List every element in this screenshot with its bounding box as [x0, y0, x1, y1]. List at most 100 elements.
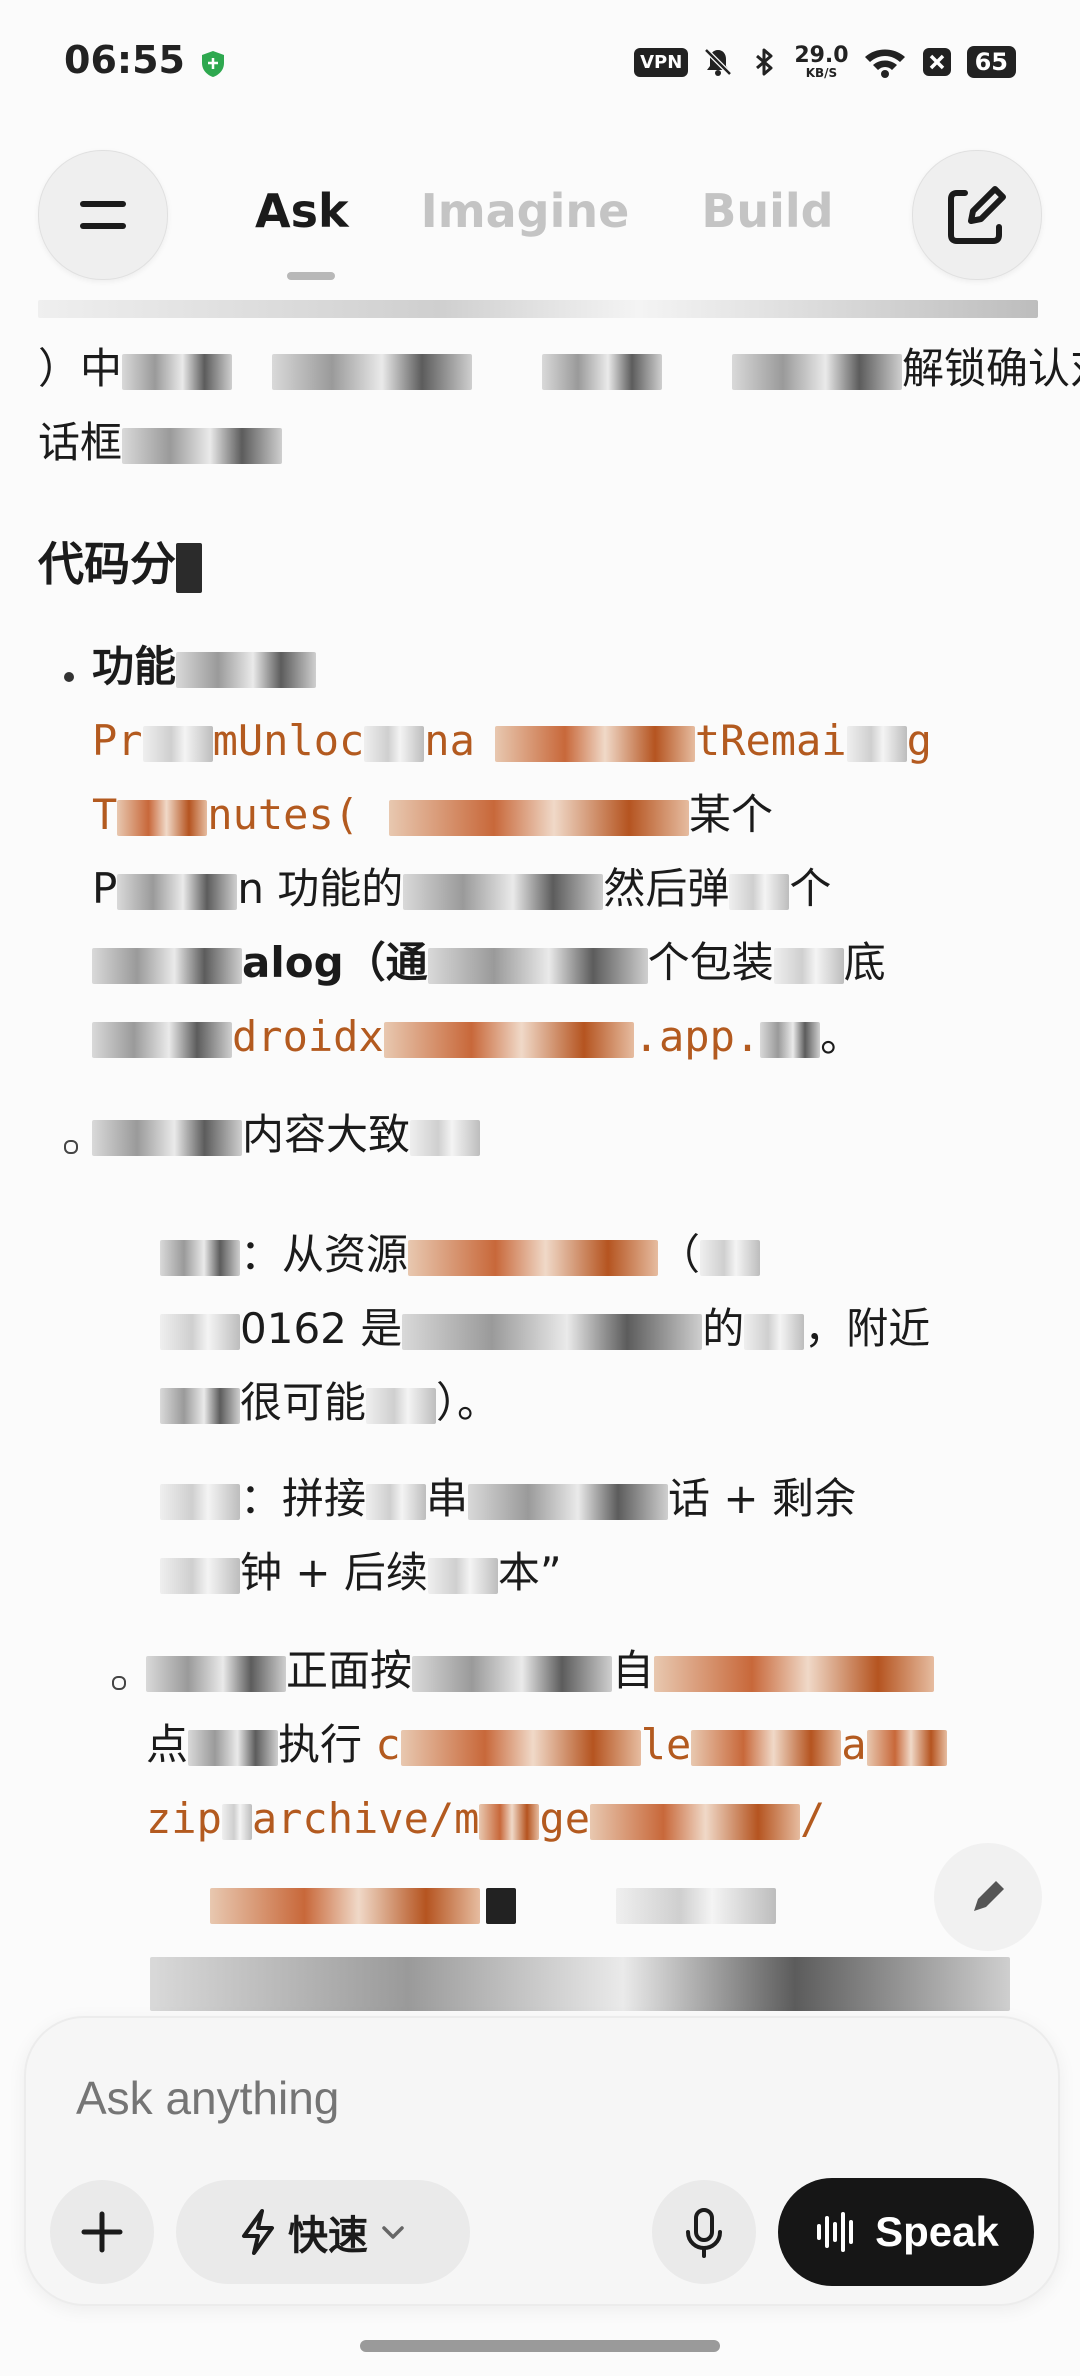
close-box-icon	[922, 48, 951, 76]
obscured-text	[486, 1887, 516, 1924]
list-item: 正面按自	[146, 1634, 935, 1708]
list-item: 内容大致	[92, 1098, 481, 1172]
obscured-text	[364, 725, 425, 762]
obscured-text	[616, 1887, 776, 1924]
pencil-icon	[974, 1881, 1004, 1911]
attach-button[interactable]	[50, 2180, 154, 2284]
obscured-text	[494, 725, 695, 762]
microphone-button[interactable]	[652, 2180, 756, 2284]
obscured-text	[160, 1313, 240, 1350]
microphone-icon	[686, 2208, 722, 2258]
obscured-text	[700, 1239, 761, 1276]
obscured-text	[176, 542, 202, 593]
obscured-text	[366, 1483, 427, 1520]
obscured-text	[590, 1803, 801, 1840]
obscured-text	[146, 1655, 286, 1692]
obscured-text	[410, 1119, 481, 1156]
obscured-text	[383, 1021, 634, 1058]
wifi-icon	[864, 49, 905, 78]
net-speed: 29.0 KB/S	[794, 43, 849, 80]
obscured-text	[38, 300, 1038, 318]
composer: 快速 Speak	[24, 2016, 1060, 2306]
bullet-ring	[112, 1676, 126, 1690]
obscured-text	[117, 799, 208, 836]
code-line: Pr mUnloc na tRemai g	[92, 716, 932, 765]
obscured-text	[92, 1119, 242, 1156]
tab-ask[interactable]: Ask	[255, 184, 349, 238]
code-line: droidx .app.。	[92, 1000, 862, 1074]
obscured-text	[160, 1239, 240, 1276]
sub-list-item: 0162 是的，附近	[160, 1292, 930, 1366]
home-indicator[interactable]	[360, 2340, 720, 2352]
obscured-text	[729, 873, 790, 910]
battery-indicator: 65	[966, 46, 1016, 78]
list-item: 点执行 c le a	[146, 1708, 947, 1782]
compose-icon	[948, 186, 1006, 244]
obscured-text	[389, 799, 690, 836]
top-navigation: Ask Imagine Build	[0, 140, 1080, 290]
obscured-text	[479, 1803, 540, 1840]
obscured-text	[366, 1387, 437, 1424]
paragraph-line: alog（通 个包装底	[92, 926, 886, 1000]
sub-list-item: ：拼接串话 + 剩余	[160, 1462, 856, 1536]
obscured-text	[744, 1313, 805, 1350]
obscured-text	[150, 1956, 1010, 2011]
hamburger-icon-bar-bottom	[80, 223, 126, 229]
paragraph-line: Pn 功能的 然后弹个	[92, 864, 832, 913]
mode-selector[interactable]: 快速	[176, 2180, 470, 2284]
plus-icon	[81, 2211, 123, 2253]
obscured-text	[92, 1021, 232, 1058]
mode-label: 快速	[288, 2213, 368, 2259]
menu-button[interactable]	[38, 150, 168, 280]
paragraph-line: ）中解锁确认对	[38, 344, 1080, 393]
tab-build[interactable]: Build	[701, 184, 833, 238]
obscured-text	[221, 1803, 252, 1840]
obscured-text	[188, 1729, 279, 1766]
obscured-text	[122, 427, 283, 464]
floating-edit-button[interactable]	[934, 1843, 1042, 1951]
obscured-text	[400, 1729, 641, 1766]
obscured-text	[542, 353, 663, 390]
ask-input[interactable]	[74, 2070, 878, 2126]
voice-waveform-icon	[817, 2212, 854, 2252]
obscured-text	[117, 873, 238, 910]
sub-list-item: ：从资源（	[160, 1218, 761, 1292]
obscured-text	[176, 651, 317, 688]
obscured-text	[866, 1729, 947, 1766]
new-chat-button[interactable]	[912, 150, 1042, 280]
code-line: Tnutes(某个	[92, 790, 774, 839]
obscured-text	[210, 1887, 480, 1924]
obscured-text	[122, 353, 233, 390]
bullet-ring	[64, 1140, 78, 1154]
chevron-down-icon	[382, 2226, 404, 2239]
obscured-text	[691, 1729, 842, 1766]
speak-button[interactable]: Speak	[778, 2178, 1034, 2286]
obscured-text	[412, 1655, 613, 1692]
obscured-text	[468, 1483, 669, 1520]
hamburger-icon-bar-top	[80, 201, 126, 207]
obscured-text	[92, 947, 242, 984]
obscured-text	[732, 353, 903, 390]
obscured-text	[160, 1557, 240, 1594]
lightning-icon	[242, 2209, 274, 2255]
status-bar: 06:55 VPN 29.0 KB/S 65	[0, 0, 1080, 130]
bullet-dot	[64, 672, 74, 682]
sub-list-item: 很可能）。	[160, 1366, 499, 1440]
bluetooth-icon	[756, 48, 773, 76]
obscured-text	[272, 353, 473, 390]
tab-imagine[interactable]: Imagine	[421, 184, 630, 238]
bell-muted-icon	[704, 48, 733, 76]
obscured-text	[160, 1483, 240, 1520]
status-icons: VPN 29.0 KB/S 65	[634, 40, 1016, 84]
paragraph-line	[150, 1944, 1010, 2018]
speak-label: Speak	[875, 2208, 999, 2255]
obscured-text	[160, 1387, 240, 1424]
obscured-text	[408, 1239, 659, 1276]
obscured-text	[427, 1557, 498, 1594]
obscured-text	[846, 725, 907, 762]
code-line: zip archive/m ge /	[146, 1794, 826, 1843]
vpn-badge: VPN	[634, 47, 689, 77]
code-line	[210, 1866, 776, 1940]
obscured-text	[142, 725, 213, 762]
obscured-text	[760, 1021, 821, 1058]
